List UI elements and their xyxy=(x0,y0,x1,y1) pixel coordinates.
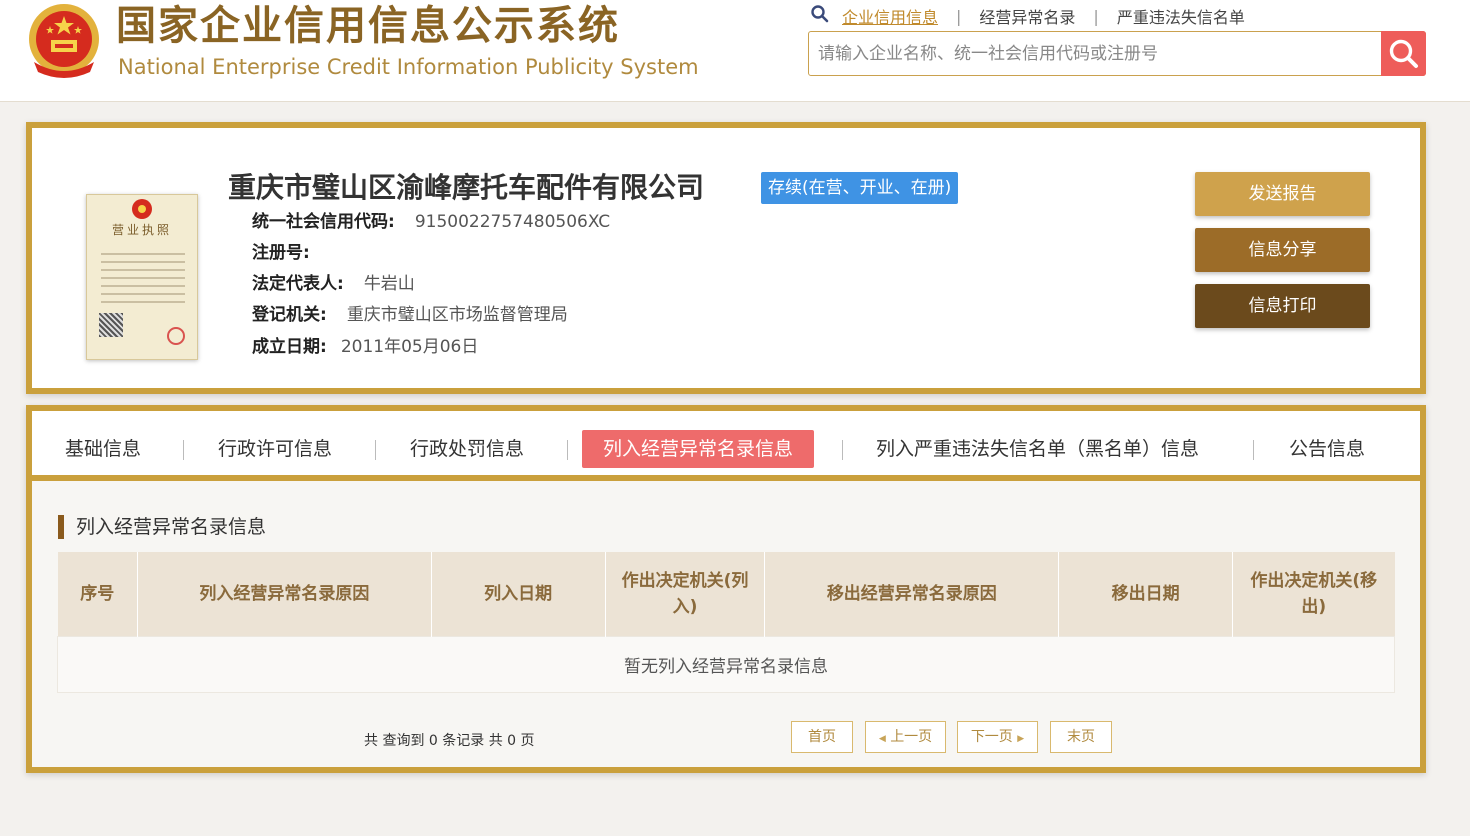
tab-admin-license[interactable]: 行政许可信息 xyxy=(218,430,332,468)
info-reg-number: 注册号: xyxy=(252,239,330,267)
seal-icon xyxy=(167,327,185,345)
license-text-lines xyxy=(101,253,185,309)
table-row: 暂无列入经营异常名录信息 xyxy=(57,635,1395,693)
tab-separator xyxy=(567,440,568,460)
search-box xyxy=(808,31,1426,76)
link-credit-info[interactable]: 企业信用信息 xyxy=(842,4,938,28)
tab-content: 列入经营异常名录信息 序号 列入经营异常名录原因 列入日期 作出决定机关(列入)… xyxy=(32,481,1420,767)
search-input[interactable] xyxy=(809,32,1381,75)
table-header-row: 序号 列入经营异常名录原因 列入日期 作出决定机关(列入) 移出经营异常名录原因… xyxy=(57,552,1395,636)
last-page-label: 末页 xyxy=(1067,729,1095,745)
license-caption: 营业执照 xyxy=(111,223,172,237)
info-label: 法定代表人: xyxy=(252,274,344,294)
next-page-label: 下一页 xyxy=(970,729,1013,745)
tab-announcements[interactable]: 公告信息 xyxy=(1289,430,1365,468)
caret-right-icon: ▶ xyxy=(1017,734,1025,744)
national-emblem-icon[interactable] xyxy=(26,2,102,80)
tab-admin-penalty[interactable]: 行政处罚信息 xyxy=(410,430,524,468)
link-separator: | xyxy=(1093,6,1099,26)
next-page-button[interactable]: 下一页 ▶ xyxy=(957,721,1038,753)
column-header: 作出决定机关(列入) xyxy=(605,552,766,636)
column-header: 列入日期 xyxy=(431,552,606,636)
pager-summary: 共 查询到 0 条记录 共 0 页 xyxy=(364,733,535,749)
abnormal-list-table: 序号 列入经营异常名录原因 列入日期 作出决定机关(列入) 移出经营异常名录原因… xyxy=(57,552,1395,693)
info-value: 2011年05月06日 xyxy=(340,337,479,357)
business-license-image[interactable]: 营业执照 xyxy=(86,194,198,360)
national-emblem-icon xyxy=(132,199,152,219)
tab-abnormal-list[interactable]: 列入经营异常名录信息 xyxy=(582,430,815,468)
section-title: 列入经营异常名录信息 xyxy=(58,515,266,539)
tab-separator xyxy=(183,440,184,460)
status-badge: 存续(在营、开业、在册) xyxy=(761,172,959,204)
empty-message: 暂无列入经营异常名录信息 xyxy=(57,635,1395,693)
search-icon xyxy=(1389,39,1418,68)
prev-page-label: 上一页 xyxy=(890,729,933,745)
tab-separator xyxy=(1253,440,1254,460)
column-header: 序号 xyxy=(57,552,138,636)
tab-separator xyxy=(842,440,843,460)
info-label: 登记机关: xyxy=(252,305,327,325)
search-icon xyxy=(811,5,829,23)
site-header: 国家企业信用信息公示系统 National Enterprise Credit … xyxy=(0,0,1470,102)
tab-separator xyxy=(375,440,376,460)
company-name: 重庆市璧山区渝峰摩托车配件有限公司 xyxy=(228,171,705,204)
column-header: 移出经营异常名录原因 xyxy=(764,552,1060,636)
info-credit-code: 统一社会信用代码: 9150022757480506XC xyxy=(252,208,610,236)
column-header: 列入经营异常名录原因 xyxy=(137,552,432,636)
first-page-label: 首页 xyxy=(808,729,836,745)
info-label: 成立日期: xyxy=(252,337,327,357)
prev-page-button[interactable]: ◀ 上一页 xyxy=(865,721,946,753)
tab-bar: 基础信息 行政许可信息 行政处罚信息 列入经营异常名录信息 列入严重违法失信名单… xyxy=(32,411,1420,481)
info-reg-authority: 登记机关: 重庆市璧山区市场监督管理局 xyxy=(252,301,568,329)
tab-blacklist[interactable]: 列入严重违法失信名单（黑名单）信息 xyxy=(876,430,1199,468)
first-page-button[interactable]: 首页 xyxy=(791,721,853,753)
last-page-button[interactable]: 末页 xyxy=(1050,721,1112,753)
info-label: 统一社会信用代码: xyxy=(252,212,395,232)
column-header: 移出日期 xyxy=(1058,552,1234,636)
link-blacklist[interactable]: 严重违法失信名单 xyxy=(1117,4,1245,28)
send-report-button[interactable]: 发送报告 xyxy=(1195,172,1370,216)
info-value: 牛岩山 xyxy=(363,274,415,294)
search-button[interactable] xyxy=(1381,31,1426,76)
info-legal-rep: 法定代表人: 牛岩山 xyxy=(252,270,415,298)
caret-left-icon: ◀ xyxy=(878,734,886,744)
qr-code-icon xyxy=(99,313,123,337)
info-founded-date: 成立日期: 2011年05月06日 xyxy=(252,333,478,361)
link-abnormal-list[interactable]: 经营异常名录 xyxy=(979,4,1075,28)
info-panel: 基础信息 行政许可信息 行政处罚信息 列入经营异常名录信息 列入严重违法失信名单… xyxy=(26,405,1426,773)
tab-basic-info[interactable]: 基础信息 xyxy=(65,430,141,468)
print-info-button[interactable]: 信息打印 xyxy=(1195,284,1370,328)
info-value: 9150022757480506XC xyxy=(414,212,611,232)
column-header: 作出决定机关(移出) xyxy=(1232,552,1395,636)
company-card: 营业执照 重庆市璧山区渝峰摩托车配件有限公司 存续(在营、开业、在册) 统一社会… xyxy=(26,122,1426,394)
top-links: 企业信用信息 | 经营异常名录 | 严重违法失信名单 xyxy=(810,4,1245,28)
link-separator: | xyxy=(956,6,962,26)
info-label: 注册号: xyxy=(252,243,310,263)
share-info-button[interactable]: 信息分享 xyxy=(1195,228,1370,272)
info-value: 重庆市璧山区市场监督管理局 xyxy=(346,305,568,325)
site-title-en: National Enterprise Credit Information P… xyxy=(118,55,699,79)
site-title-cn: 国家企业信用信息公示系统 xyxy=(116,3,620,49)
